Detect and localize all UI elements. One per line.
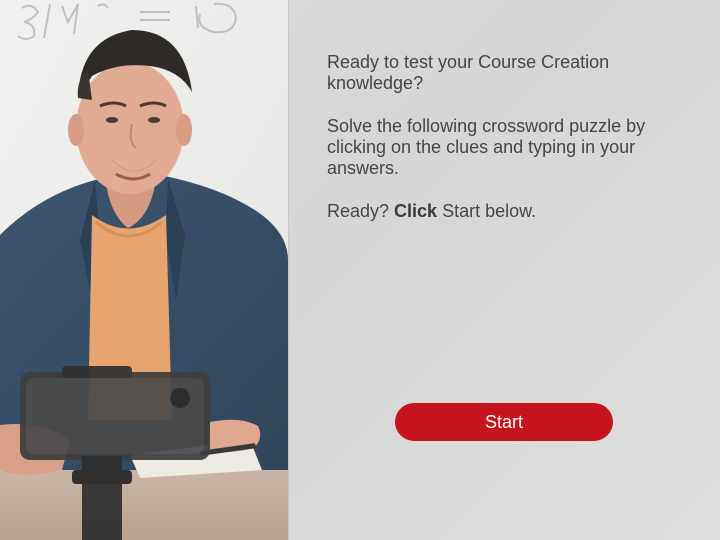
intro-line-3-prefix: Ready? bbox=[327, 201, 395, 221]
intro-text: Ready to test your Course Creation knowl… bbox=[327, 52, 687, 244]
start-button[interactable]: Start bbox=[395, 403, 613, 441]
presenter-photo bbox=[0, 0, 289, 540]
intro-line-3-suffix: Start below. bbox=[437, 201, 537, 221]
intro-line-3-bold: Click bbox=[394, 201, 438, 221]
intro-line-2: Solve the following crossword puzzle by … bbox=[327, 116, 646, 178]
slide: Ready to test your Course Creation knowl… bbox=[0, 0, 720, 540]
intro-line-3: Ready? Click Start below. bbox=[327, 201, 687, 222]
intro-line-1: Ready to test your Course Creation knowl… bbox=[327, 52, 610, 93]
